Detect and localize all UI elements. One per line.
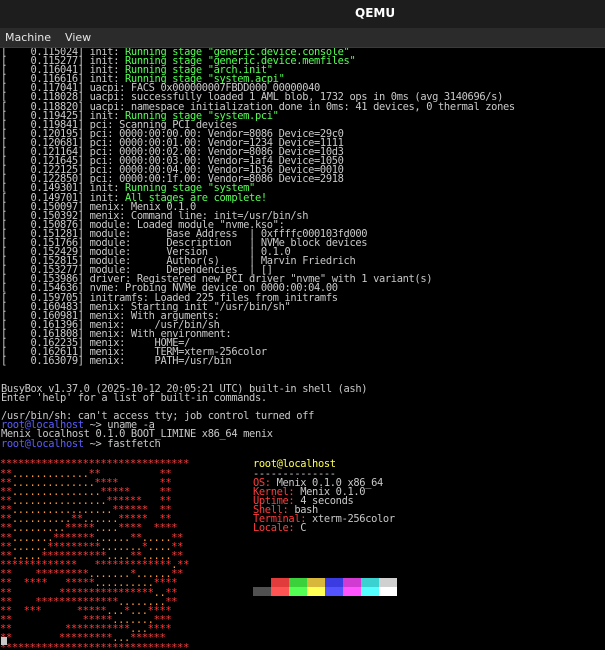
window-titlebar: QEMU: [0, 0, 605, 28]
color-palette: [253, 578, 398, 596]
color-swatch: [343, 578, 361, 587]
color-swatch: [361, 578, 379, 587]
logo-line: ********************************: [0, 641, 189, 650]
boot-log-line: [ 0.163079] menix: PATH=/usr/bin: [1, 355, 232, 368]
menu-view[interactable]: View: [65, 31, 91, 44]
color-swatch: [343, 587, 361, 596]
color-swatch: [253, 578, 271, 587]
color-swatch: [307, 578, 325, 587]
color-swatch: [253, 587, 271, 596]
fastfetch-info: root@localhost -------------- OS: Menix …: [253, 459, 395, 535]
color-swatch: [325, 578, 343, 587]
window-title: QEMU: [355, 6, 396, 20]
color-swatch: [289, 587, 307, 596]
menix-ascii-logo: ******************************** **.....…: [0, 459, 189, 650]
color-swatch: [379, 587, 397, 596]
prompt-user: root@localhost: [1, 437, 84, 450]
terminal-cursor: [1, 637, 7, 645]
menu-bar: Machine View: [0, 28, 605, 48]
fastfetch-field: Locale: C: [253, 522, 307, 535]
color-swatch: [361, 587, 379, 596]
menu-machine[interactable]: Machine: [5, 31, 51, 44]
color-swatch: [379, 578, 397, 587]
vm-screen[interactable]: [ 0.115024] init: Running stage "generic…: [0, 48, 605, 650]
color-swatch: [271, 578, 289, 587]
color-swatch: [325, 587, 343, 596]
boot-log: [ 0.115024] init: Running stage "generic…: [0, 48, 605, 366]
command-fastfetch: ~> fastfetch: [83, 437, 161, 450]
color-swatch: [289, 578, 307, 587]
color-swatch: [271, 587, 289, 596]
busybox-help: Enter 'help' for a list of built-in comm…: [1, 392, 267, 405]
shell-output: BusyBox v1.37.0 (2025-10-12 20:05:21 UTC…: [0, 384, 368, 450]
color-swatch: [307, 587, 325, 596]
